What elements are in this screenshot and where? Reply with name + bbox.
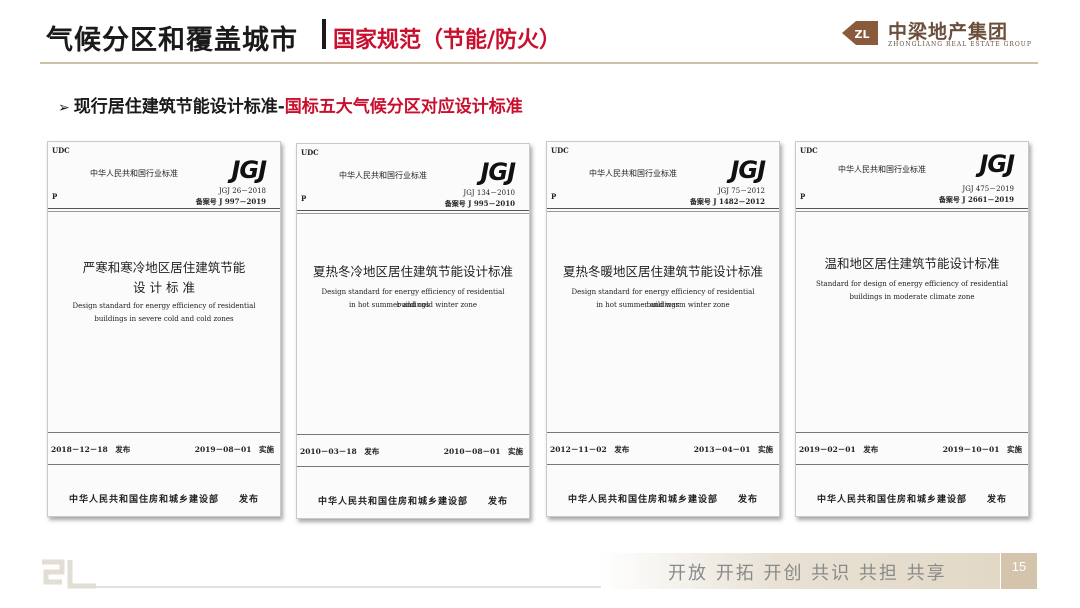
implementation-date: 2019－10－01 实施: [942, 445, 1022, 454]
standard-name-en: Design standard for energy efficiency of…: [72, 302, 256, 310]
slide-title: 气候分区和覆盖城市: [46, 25, 298, 56]
title-separator: [322, 19, 326, 49]
footer-divider: [96, 586, 601, 588]
record-number: 备案号 J 995－2010: [444, 199, 515, 208]
standard-code: JGJ 134－2010: [463, 189, 515, 197]
publisher: 中华人民共和国住房和城乡建设部 发布: [68, 495, 259, 505]
footer-slogan: 开放 开拓 开创 共识 共担 共享: [668, 563, 947, 584]
cover-rule: [48, 432, 280, 433]
cover-rule: [297, 213, 529, 214]
cover-rule: [297, 466, 529, 467]
jgj-logo-icon: JGJ: [730, 156, 766, 184]
issuer-top: 中华人民共和国行业标准: [90, 169, 178, 178]
logo-text-cn: 中梁地产集团: [888, 21, 1009, 43]
jgj-logo-icon: JGJ: [979, 150, 1015, 178]
cover-rule: [547, 211, 779, 212]
p-mark: P: [301, 194, 307, 203]
company-logo: ZL 中梁地产集团 ZHONGLIANG REAL ESTATE GROUP: [838, 16, 1048, 56]
standard-name-en: Standard for design of energy efficiency…: [815, 280, 1009, 288]
cover-rule: [297, 434, 529, 435]
standard-code: JGJ 475－2019: [962, 185, 1014, 193]
cover-rule: [796, 208, 1028, 209]
implementation-date: 2019－08－01 实施: [194, 445, 274, 454]
standard-cover-hot-summer-warm-winter: UDC 中华人民共和国行业标准 JGJ JGJ 75－2012 备案号 J 14…: [546, 141, 780, 517]
record-number: 备案号 J 997－2019: [195, 197, 266, 206]
standard-cover-severe-cold: UDC 中华人民共和国行业标准 JGJ JGJ 26－2018 备案号 J 99…: [47, 141, 281, 517]
cover-rule: [297, 210, 529, 211]
standard-name-en-line2: buildings in severe cold and cold zones: [94, 315, 234, 323]
zl-logo-mark-icon: ZL: [842, 21, 878, 45]
issue-date: 2018－12－18 发布: [51, 445, 131, 454]
issue-date: 2012－11－02 发布: [550, 445, 630, 454]
slide-subtitle: 国家规范（节能/防火）: [333, 28, 562, 53]
standard-name-cn: 夏热冬冷地区居住建筑节能设计标准: [312, 264, 513, 279]
standard-code: JGJ 26－2018: [218, 187, 266, 195]
record-number: 备案号 J 1482－2012: [689, 197, 765, 206]
jgj-logo-icon: JGJ: [231, 156, 267, 184]
bullet-arrow-icon: ➢: [58, 100, 70, 116]
issuer-top: 中华人民共和国行业标准: [838, 165, 926, 174]
standard-name-cn: 严寒和寒冷地区居住建筑节能: [82, 260, 246, 275]
issuer-top: 中华人民共和国行业标准: [339, 171, 427, 180]
udc-label: UDC: [800, 146, 818, 155]
standard-name-cn: 温和地区居住建筑节能设计标准: [824, 256, 1000, 271]
cover-rule: [48, 211, 280, 212]
implementation-date: 2013－04－01 实施: [693, 445, 773, 454]
cover-rule: [547, 432, 779, 433]
standard-name-cn-line2: 设 计 标 准: [133, 280, 195, 295]
cover-rule: [48, 208, 280, 209]
publisher: 中华人民共和国住房和城乡建设部 发布: [567, 495, 758, 505]
cover-rule: [547, 208, 779, 209]
publisher: 中华人民共和国住房和城乡建设部 发布: [317, 497, 508, 507]
cover-rule: [796, 432, 1028, 433]
standard-name-en-line2: in hot summer and cold winter zone: [348, 301, 478, 309]
udc-label: UDC: [301, 148, 319, 157]
publisher: 中华人民共和国住房和城乡建设部 发布: [816, 495, 1007, 505]
udc-label: UDC: [52, 146, 70, 155]
section-heading: ➢ 现行居住建筑节能设计标准-国标五大气候分区对应设计标准: [58, 92, 523, 117]
cover-rule: [547, 464, 779, 465]
standard-name-en-line2: buildings in moderate climate zone: [849, 293, 975, 301]
header-divider: [40, 62, 1038, 64]
implementation-date: 2010－08－01 实施: [443, 447, 523, 456]
issuer-top: 中华人民共和国行业标准: [589, 169, 677, 178]
p-mark: P: [800, 192, 806, 201]
p-mark: P: [551, 192, 557, 201]
udc-label: UDC: [551, 146, 569, 155]
page-number: 15: [1001, 553, 1037, 589]
standard-name-cn: 夏热冬暖地区居住建筑节能设计标准: [562, 264, 763, 279]
standard-code: JGJ 75－2012: [717, 187, 765, 195]
section-heading-prefix: 现行居住建筑节能设计标准-: [73, 97, 285, 117]
issue-date: 2019－02－01 发布: [799, 445, 879, 454]
section-heading-highlight: 国标五大气候分区对应设计标准: [284, 97, 523, 117]
standard-cover-moderate-climate: UDC 中华人民共和国行业标准 JGJ JGJ 475－2019 备案号 J 2…: [795, 141, 1029, 517]
standard-cover-hot-summer-cold-winter: UDC 中华人民共和国行业标准 JGJ JGJ 134－2010 备案号 J 9…: [296, 143, 530, 519]
cover-rule: [796, 464, 1028, 465]
zl-footer-mark-icon: [42, 559, 96, 589]
record-number: 备案号 J 2661－2019: [938, 195, 1014, 204]
cover-rule: [48, 464, 280, 465]
p-mark: P: [52, 192, 58, 201]
standard-name-en-line2: in hot summer and warm winter zone: [596, 301, 730, 309]
slide-header: 气候分区和覆盖城市 国家规范（节能/防火） ZL 中梁地产集团 ZHONGLIA…: [0, 0, 1080, 62]
logo-text-en: ZHONGLIANG REAL ESTATE GROUP: [888, 41, 1032, 48]
jgj-logo-icon: JGJ: [480, 158, 516, 186]
svg-text:ZL: ZL: [855, 28, 870, 41]
cover-rule: [796, 211, 1028, 212]
issue-date: 2010－03－18 发布: [300, 447, 380, 456]
